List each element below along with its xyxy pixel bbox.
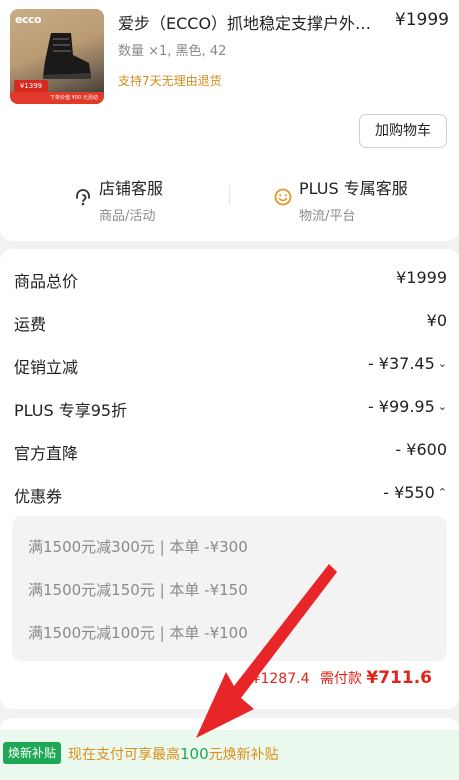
summary-row-shipping: 运费 ¥0: [14, 311, 447, 335]
pay-amount: ¥711.6: [366, 668, 432, 688]
store-service-subtitle: 商品/活动: [99, 209, 156, 224]
summary-label: 官方直降: [14, 444, 79, 463]
headset-icon: [76, 189, 90, 206]
product-price: ¥1999: [394, 10, 449, 30]
thumbnail-price-tag: ¥1399: [14, 80, 48, 92]
boot-image: [43, 33, 91, 79]
summary-row-official-reduction: 官方直降 - ¥600: [14, 440, 447, 464]
summary-value: - ¥37.45 ⌄: [367, 354, 447, 373]
payment-totals: ¥1287.4 需付款 ¥711.6: [252, 668, 432, 688]
chevron-down-icon: ⌄: [437, 400, 447, 413]
coupon-item: 满1500元减300元 | 本单 -¥300: [28, 538, 248, 556]
price-summary-card: 商品总价 ¥1999 运费 ¥0 促销立减 - ¥37.45 ⌄ PLUS 专享9…: [0, 249, 459, 709]
chevron-up-icon: ⌃: [437, 486, 447, 499]
discount-total: ¥1287.4: [251, 671, 310, 687]
summary-row-total: 商品总价 ¥1999: [14, 268, 447, 292]
summary-row-promotion[interactable]: 促销立减 - ¥37.45 ⌄: [14, 354, 447, 378]
add-to-cart-button[interactable]: 加购物车: [359, 114, 447, 148]
coupon-list: 满1500元减300元 | 本单 -¥300 满1500元减150元 | 本单 …: [12, 516, 447, 661]
brand-logo: ecco: [15, 13, 42, 26]
summary-value: ¥1999: [396, 268, 447, 287]
coupon-item: 满1500元减100元 | 本单 -¥100: [28, 624, 248, 642]
summary-row-plus-discount[interactable]: PLUS 专享95折 - ¥99.95 ⌄: [14, 397, 447, 421]
return-policy: 支持7天无理由退货: [118, 74, 222, 88]
service-divider: [229, 185, 230, 205]
plus-service-subtitle: 物流/平台: [299, 209, 356, 224]
trade-in-badge: 焕新补贴: [3, 742, 62, 764]
plus-service-title: PLUS 专属客服: [299, 179, 408, 198]
thumbnail-strip: 下单价值 ¥00 元活动: [10, 92, 104, 104]
summary-label: 促销立减: [14, 358, 79, 377]
store-service-title: 店铺客服: [99, 179, 164, 198]
summary-value: - ¥600: [395, 440, 447, 459]
coupon-item: 满1500元减150元 | 本单 -¥150: [28, 581, 248, 599]
summary-value: ¥0: [426, 311, 447, 330]
product-thumbnail[interactable]: ecco ¥1399 下单价值 ¥00 元活动: [10, 9, 104, 104]
summary-row-coupons[interactable]: 优惠券 - ¥550 ⌃: [14, 483, 447, 507]
pay-label: 需付款: [319, 671, 362, 687]
summary-value: - ¥99.95 ⌄: [367, 397, 447, 416]
trade-in-banner[interactable]: 焕新补贴 现在支付可享最高100元焕新补贴: [0, 730, 459, 780]
summary-label: PLUS 专享95折: [14, 401, 128, 420]
summary-label: 优惠券: [14, 487, 63, 506]
summary-label: 运费: [14, 315, 47, 334]
smile-face-icon: [274, 188, 292, 206]
chevron-down-icon: ⌄: [437, 357, 447, 370]
summary-value: - ¥550 ⌃: [383, 483, 447, 502]
product-title[interactable]: 爱步（ECCO）抓地稳定支撑户外…: [118, 10, 383, 34]
product-spec: 数量 ×1, 黑色, 42: [118, 44, 227, 59]
product-card: ecco ¥1399 下单价值 ¥00 元活动 爱步（ECCO）抓地稳定支撑户外…: [0, 0, 459, 241]
summary-label: 商品总价: [14, 272, 79, 291]
trade-in-text: 现在支付可享最高100元焕新补贴: [68, 745, 279, 763]
